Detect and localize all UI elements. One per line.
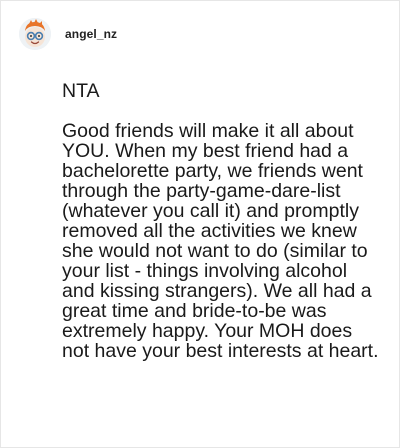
cartoon-face-avatar-icon[interactable] [19, 18, 51, 50]
username[interactable]: angel_nz [65, 27, 117, 41]
comment-header: angel_nz [19, 16, 117, 52]
comment-paragraph: Good friends will make it all about YOU.… [62, 120, 379, 362]
comment-verdict: NTA [62, 80, 100, 102]
comment-body: NTA Good friends will make it all about … [62, 81, 382, 361]
comment-card: angel_nz NTA Good friends will make it a… [0, 0, 400, 448]
